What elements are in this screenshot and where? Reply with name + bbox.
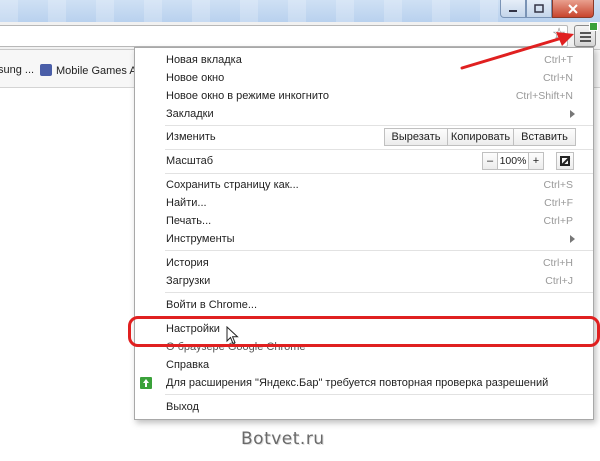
chrome-menu: Новая вкладка Ctrl+T Новое окно Ctrl+N Н…	[134, 47, 594, 420]
maximize-icon	[534, 4, 544, 13]
zoom-in-button[interactable]: +	[528, 152, 544, 170]
maximize-button[interactable]	[526, 0, 552, 18]
menu-item-shortcut: Ctrl+Shift+N	[515, 90, 573, 102]
menu-item-shortcut: Ctrl+S	[543, 179, 573, 191]
menu-item-label: Настройки	[166, 323, 220, 335]
menu-divider	[165, 316, 593, 317]
mouse-cursor-icon	[226, 326, 239, 345]
edit-button-group: Вырезать Копировать Вставить	[384, 128, 576, 146]
menu-item-label: Инструменты	[166, 233, 235, 245]
zoom-out-button[interactable]: –	[482, 152, 498, 170]
menu-item-shortcut: Ctrl+H	[542, 257, 573, 269]
menu-item-incognito[interactable]: Новое окно в режиме инкогнито Ctrl+Shift…	[135, 87, 593, 105]
menu-divider	[165, 250, 593, 251]
close-icon	[568, 3, 578, 14]
copy-button[interactable]: Копировать	[448, 128, 514, 146]
menu-item-label: История	[166, 257, 209, 269]
bookmark-label: Mobile Games A	[56, 65, 137, 77]
zoom-level: 100%	[498, 152, 528, 170]
menu-divider	[165, 394, 593, 395]
update-icon	[140, 377, 152, 389]
menu-divider	[165, 149, 593, 150]
fullscreen-button[interactable]	[556, 152, 574, 170]
watermark: Botvet.ru	[241, 429, 325, 449]
cut-button[interactable]: Вырезать	[384, 128, 448, 146]
menu-item-label: Масштаб	[166, 155, 214, 167]
paste-button[interactable]: Вставить	[514, 128, 576, 146]
minimize-button[interactable]	[500, 0, 526, 18]
window-title-bar	[0, 0, 600, 22]
menu-item-label: Найти...	[166, 197, 207, 209]
menu-item-label: Справка	[166, 359, 210, 371]
window-controls	[500, 0, 594, 18]
menu-divider	[165, 292, 593, 293]
bookmark-item[interactable]: sung ...	[0, 64, 34, 76]
red-arrow-annotation	[460, 32, 574, 70]
bookmark-favicon-icon	[40, 64, 52, 76]
menu-item-settings[interactable]: Настройки	[135, 320, 593, 338]
menu-item-help[interactable]: Справка	[135, 356, 593, 374]
menu-item-about[interactable]: О браузере Google Chrome	[135, 338, 593, 356]
menu-item-save-page[interactable]: Сохранить страницу как... Ctrl+S	[135, 176, 593, 194]
menu-item-label: Выход	[166, 401, 199, 413]
menu-item-sign-in[interactable]: Войти в Chrome...	[135, 296, 593, 314]
menu-item-exit[interactable]: Выход	[135, 398, 593, 416]
submenu-arrow-icon	[570, 235, 575, 243]
update-badge-icon	[589, 22, 598, 31]
bookmark-item[interactable]: Mobile Games A	[40, 64, 137, 77]
fullscreen-icon	[560, 156, 570, 166]
menu-item-bookmarks[interactable]: Закладки	[135, 105, 593, 123]
menu-item-tools[interactable]: Инструменты	[135, 230, 593, 248]
menu-item-label: Загрузки	[166, 275, 211, 287]
hamburger-icon	[580, 32, 591, 42]
menu-item-label: Изменить	[166, 131, 216, 143]
menu-item-label: Новая вкладка	[166, 54, 242, 66]
zoom-controls: – 100% +	[482, 152, 544, 170]
menu-item-label: Для расширения "Яндекс.Бар" требуется по…	[166, 377, 549, 389]
menu-item-shortcut: Ctrl+J	[545, 275, 573, 287]
menu-divider	[165, 173, 593, 174]
menu-item-label: Новое окно	[166, 72, 225, 84]
menu-item-find[interactable]: Найти... Ctrl+F	[135, 194, 593, 212]
menu-item-label: Печать...	[166, 215, 212, 227]
menu-item-shortcut: Ctrl+P	[543, 215, 573, 227]
menu-item-label: Закладки	[166, 108, 214, 120]
menu-item-extension-notice[interactable]: Для расширения "Яндекс.Бар" требуется по…	[135, 374, 593, 392]
minimize-icon	[509, 9, 517, 12]
close-button[interactable]	[552, 0, 594, 18]
menu-item-history[interactable]: История Ctrl+H	[135, 254, 593, 272]
submenu-arrow-icon	[570, 110, 575, 118]
menu-item-shortcut: Ctrl+F	[544, 197, 573, 209]
menu-item-label: Новое окно в режиме инкогнито	[166, 90, 330, 102]
tab-strip	[0, 0, 510, 22]
menu-divider	[165, 125, 593, 126]
menu-item-label: Войти в Chrome...	[166, 299, 258, 311]
menu-item-print[interactable]: Печать... Ctrl+P	[135, 212, 593, 230]
menu-item-label: Сохранить страницу как...	[166, 179, 299, 191]
menu-item-downloads[interactable]: Загрузки Ctrl+J	[135, 272, 593, 290]
